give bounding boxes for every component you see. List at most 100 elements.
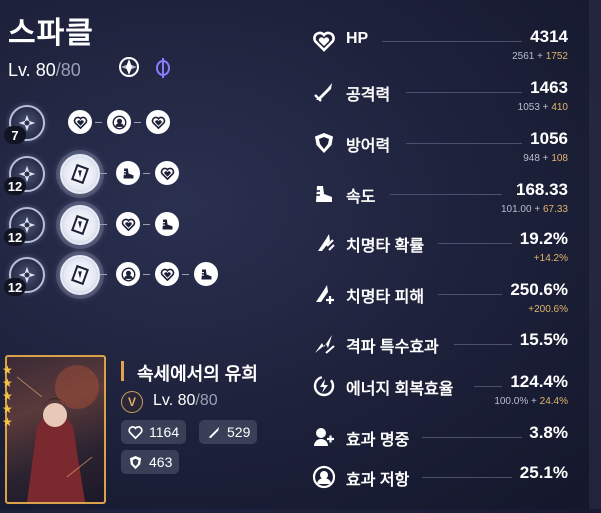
minor-trace-node[interactable] — [107, 110, 131, 134]
minor-trace-node[interactable] — [68, 110, 92, 134]
stat-bonus: 1752 — [545, 51, 568, 62]
light-cone-def-value: 463 — [149, 454, 173, 470]
stat-name: 속도 — [346, 189, 376, 206]
hp-heart-icon — [160, 167, 174, 180]
minor-trace-node[interactable] — [146, 110, 170, 134]
defense-shield-icon-wrap — [312, 131, 336, 155]
minor-trace-node[interactable] — [116, 161, 140, 185]
attack-sword-icon — [314, 83, 332, 102]
major-trace-icon — [71, 163, 89, 185]
trace-connector — [100, 173, 107, 174]
stat-base: 100.0% — [494, 396, 529, 407]
stat-bonus: 108 — [551, 153, 568, 164]
effect-res-icon — [312, 465, 336, 489]
speed-boot-icon — [160, 219, 172, 229]
defense-shield-icon — [315, 133, 333, 153]
break-effect-icon-wrap — [312, 332, 336, 356]
stat-value: 124.4% — [510, 372, 568, 391]
trace-connector — [182, 274, 189, 275]
minor-trace-node[interactable] — [155, 262, 179, 286]
speed-boot-icon — [314, 186, 332, 202]
stat-row: 치명타 피해 250.6% +200.6% — [312, 280, 570, 330]
trace-level-badge: 12 — [4, 177, 26, 195]
stat-value: 25.1% — [519, 463, 568, 482]
light-cone-atk-pill: 529 — [199, 420, 258, 444]
major-trace-icon — [71, 214, 89, 236]
trace-connector — [134, 122, 141, 123]
crit-dmg-icon-wrap — [312, 282, 336, 306]
trace-level-badge: 12 — [4, 278, 26, 296]
trace-connector — [143, 224, 150, 225]
light-cone-rarity: ★ ★ ★ ★ ★ — [2, 364, 14, 429]
stat-value: 19.2% — [519, 229, 568, 248]
hp-heart-icon — [151, 116, 165, 129]
effect-res-icon — [121, 267, 135, 281]
major-trace-node[interactable] — [60, 205, 100, 245]
quantum-element-icon — [156, 58, 170, 78]
character-level: Lv. 80/80 — [8, 60, 81, 80]
crit-rate-icon-wrap — [312, 231, 336, 255]
harmony-path-icon — [119, 57, 139, 77]
minor-trace-node[interactable] — [116, 212, 140, 236]
light-cone-def-pill: 463 — [121, 450, 180, 474]
energy-regen-icon — [313, 375, 335, 397]
trace-connector — [95, 122, 102, 123]
stat-bonus: 410 — [551, 102, 568, 113]
light-cone-name: 속세에서의 유희 — [137, 364, 258, 384]
stat-divider — [406, 143, 522, 144]
stat-bonus: +14.2% — [533, 253, 568, 264]
hp-heart-icon-wrap — [312, 29, 336, 53]
hp-heart-icon — [73, 116, 87, 129]
major-trace-node[interactable] — [60, 154, 100, 194]
light-cone-level: Lv. 80/80 — [153, 392, 218, 409]
attack-sword-icon-wrap — [312, 80, 336, 104]
stat-value: 1056 — [530, 129, 568, 148]
stat-breakdown: 100.0% + 24.4% — [494, 396, 568, 407]
trace-level-badge: 12 — [4, 228, 26, 246]
rarity-star-icon: ★ — [2, 415, 13, 429]
light-cone-atk-value: 529 — [227, 424, 251, 440]
trace-connector — [100, 274, 107, 275]
hp-heart-icon — [313, 31, 335, 52]
stat-divider — [422, 477, 512, 478]
stat-value: 250.6% — [510, 280, 568, 299]
stat-row: HP 4314 2561 + 1752 — [312, 27, 570, 77]
crit-dmg-icon — [316, 285, 334, 304]
stat-divider — [454, 344, 512, 345]
stat-row: 공격력 1463 1053 + 410 — [312, 78, 570, 128]
stat-row: 속도 168.33 101.00 + 67.33 — [312, 180, 570, 230]
effect-hit-icon-wrap — [312, 425, 336, 449]
stat-divider — [390, 194, 503, 195]
stat-base: 101.00 — [500, 204, 532, 215]
light-cone-image[interactable] — [5, 355, 106, 504]
effect-res-icon-wrap — [312, 465, 336, 489]
minor-trace-node[interactable] — [194, 262, 218, 286]
stat-name: 효과 저항 — [346, 472, 410, 489]
stat-divider — [422, 437, 522, 438]
stat-bonus: +200.6% — [528, 304, 568, 315]
stat-breakdown: 948 + 108 — [523, 153, 568, 164]
stat-row: 방어력 1056 948 + 108 — [312, 129, 570, 179]
stat-bonus: 67.33 — [542, 204, 568, 215]
light-cone-hp-pill: 1164 — [121, 420, 187, 444]
stat-row: 효과 저항 25.1% — [312, 463, 570, 513]
speed-boot-icon-wrap — [312, 182, 336, 206]
minor-trace-node[interactable] — [155, 212, 179, 236]
effect-res-icon — [112, 115, 126, 129]
break-effect-icon — [315, 335, 335, 354]
stat-row: 치명타 확률 19.2% +14.2% — [312, 229, 570, 279]
major-trace-node[interactable] — [60, 255, 100, 295]
hp-heart-icon — [121, 218, 135, 231]
stat-divider — [406, 92, 522, 93]
minor-trace-node[interactable] — [116, 262, 140, 286]
stat-name: 치명타 확률 — [346, 238, 425, 255]
minor-trace-node[interactable] — [155, 161, 179, 185]
stat-breakdown: 2561 + 1752 — [512, 51, 568, 62]
speed-boot-icon — [121, 168, 133, 178]
stat-value: 4314 — [530, 27, 568, 46]
stat-divider — [474, 386, 503, 387]
trace-level-badge: 7 — [4, 126, 26, 144]
defense-shield-icon — [129, 455, 142, 469]
stat-name: HP — [346, 30, 369, 47]
major-trace-icon — [71, 264, 89, 286]
